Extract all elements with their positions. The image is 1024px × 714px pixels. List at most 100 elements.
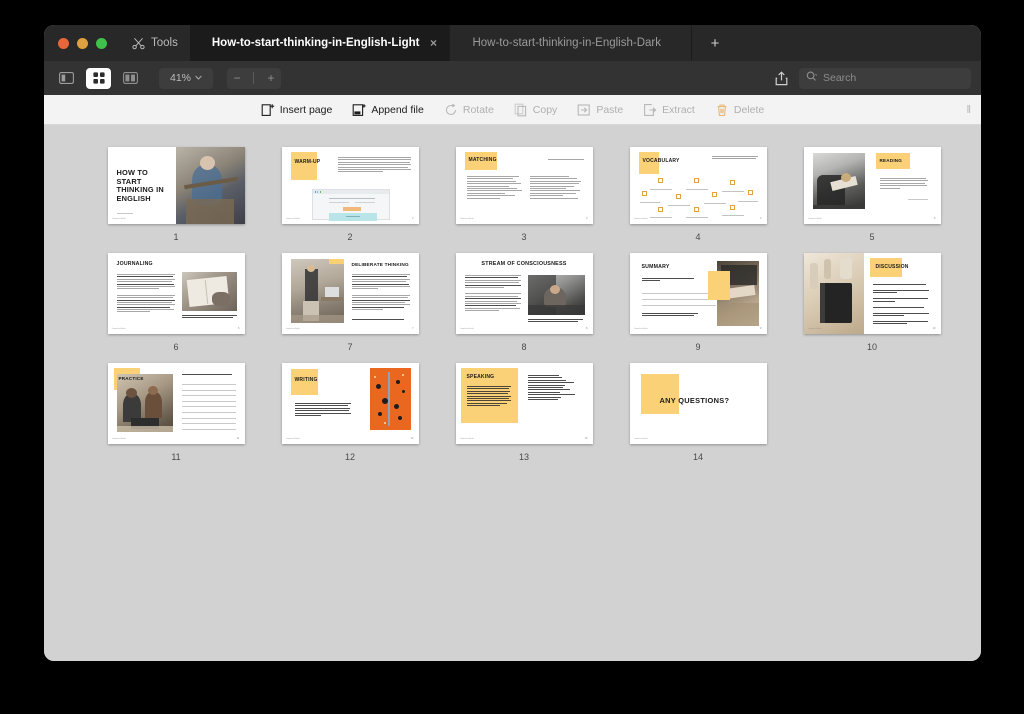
slide-title-8: STREAM OF CONSCIOUSNESS (481, 261, 567, 267)
slide-footer: how-to-think (460, 438, 474, 440)
page-preview-4[interactable]: VOCABULARY how-to-think 4 (629, 147, 767, 224)
sidebar-view-icon (59, 72, 74, 84)
slide-page-mark: 5 (934, 217, 936, 220)
zoom-out-button[interactable]: − (233, 71, 240, 85)
slide-footer: how-to-think (634, 438, 648, 440)
slide-footer: how-to-think (112, 328, 126, 330)
page-thumbnail-3[interactable]: MATCHING how-to-think 3 3 (437, 147, 611, 242)
desktop-background: Tools How-to-start-thinking-in-English-L… (0, 0, 1024, 714)
page-thumbnail-5[interactable]: READING how-to-think 5 5 (785, 147, 959, 242)
page-thumbnail-11[interactable]: PRACTICE how-to-think 11 11 (89, 363, 263, 462)
page-thumbnail-14[interactable]: ANY QUESTIONS? how-to-think 14 (611, 363, 785, 462)
page-preview-8[interactable]: STREAM OF CONSCIOUSNESS how-to-think 8 (455, 253, 593, 334)
slide-page-mark: 2 (412, 217, 414, 220)
page-preview-12[interactable]: WRITING how-to-think 12 (281, 363, 419, 444)
page-number-14: 14 (692, 452, 703, 462)
page-thumbnail-2[interactable]: WARM-UP how-to-think 2 2 (263, 147, 437, 242)
page-number-2: 2 (347, 232, 353, 242)
chevron-down-icon (195, 75, 202, 82)
page-preview-14[interactable]: ANY QUESTIONS? how-to-think (629, 363, 767, 444)
slide-footer: how-to-think (634, 328, 648, 330)
page-thumbnail-6[interactable]: JOURNALING how-to-think 6 6 (89, 253, 263, 352)
action-group: Insert page Append file Rotate Copy Past… (261, 103, 764, 117)
page-thumbnail-4[interactable]: VOCABULARY how-to-think 4 4 (611, 147, 785, 242)
tab-dark-document[interactable]: How-to-start-thinking-in-English-Dark (450, 25, 692, 61)
search-field[interactable]: Search (799, 67, 971, 89)
extract-button[interactable]: Extract (643, 103, 695, 117)
page-preview-3[interactable]: MATCHING how-to-think 3 (455, 147, 593, 224)
sidebar-view-button[interactable] (54, 68, 79, 89)
page-preview-10[interactable]: DISCUSSION how-to-think 10 (803, 253, 941, 334)
page-number-11: 11 (171, 452, 181, 462)
toolbar-grip-handle[interactable]: ‖ (966, 104, 970, 116)
zoom-level-dropdown[interactable]: 41% (159, 67, 213, 89)
slide-body (879, 178, 928, 190)
page-thumbnail-7[interactable]: DELIBERATE THINKING how-to-think 7 7 (263, 253, 437, 352)
delete-button[interactable]: Delete (715, 103, 764, 117)
insert-page-button[interactable]: Insert page (261, 103, 332, 117)
thumbnail-canvas: HOW TO START THINKING IN ENGLISH how-to-… (44, 125, 981, 661)
close-window-button[interactable] (58, 37, 69, 49)
split-view-button[interactable] (118, 68, 143, 89)
slide-caption (351, 319, 404, 321)
page-thumbnail-13[interactable]: SPEAKING how-to-think 13 13 (437, 363, 611, 462)
slide-page-mark: 12 (410, 437, 414, 440)
stepper-divider (253, 72, 255, 84)
page-preview-13[interactable]: SPEAKING how-to-think 13 (455, 363, 593, 444)
slide-title-1: HOW TO START THINKING IN ENGLISH (116, 168, 164, 204)
accent-block (328, 259, 344, 264)
slide-title-13: SPEAKING (466, 374, 495, 380)
paste-button[interactable]: Paste (577, 103, 623, 117)
scissors-icon (132, 37, 145, 50)
tab-light-document[interactable]: How-to-start-thinking-in-English-Light × (189, 25, 451, 61)
grid-view-icon (92, 72, 105, 84)
tools-button[interactable]: Tools (120, 25, 190, 61)
slide-title-4: VOCABULARY (642, 158, 680, 164)
page-number-3: 3 (521, 232, 527, 242)
slide-footer: how-to-think (460, 328, 474, 330)
page-thumbnail-8[interactable]: STREAM OF CONSCIOUSNESS how-to-think 8 8 (437, 253, 611, 352)
new-tab-button[interactable]: + (692, 25, 738, 61)
page-number-6: 6 (173, 342, 179, 352)
minimize-window-button[interactable] (77, 37, 88, 49)
page-preview-11[interactable]: PRACTICE how-to-think 11 (107, 363, 245, 444)
page-preview-2[interactable]: WARM-UP how-to-think 2 (281, 147, 419, 224)
page-action-bar: Insert page Append file Rotate Copy Past… (44, 95, 981, 125)
page-number-9: 9 (695, 342, 701, 352)
page-number-10: 10 (866, 342, 877, 352)
slide-body (337, 157, 411, 174)
page-thumbnail-9[interactable]: SUMMARY how-to-think 9 9 (611, 253, 785, 352)
slide-body (294, 403, 351, 417)
app-window: Tools How-to-start-thinking-in-English-L… (44, 25, 981, 661)
accent-block (640, 374, 679, 414)
trash-icon (715, 103, 729, 117)
page-preview-1[interactable]: HOW TO START THINKING IN ENGLISH how-to-… (107, 147, 245, 224)
close-icon[interactable]: × (427, 37, 439, 49)
page-preview-6[interactable]: JOURNALING how-to-think 6 (107, 253, 245, 334)
slide-footer: how-to-think (286, 328, 300, 330)
zoom-in-button[interactable]: + (267, 71, 274, 85)
page-number-4: 4 (695, 232, 701, 242)
slide-footer: how-to-think (286, 218, 300, 220)
tools-label: Tools (151, 37, 178, 49)
slide-title-12: WRITING (294, 377, 318, 383)
page-thumbnail-10[interactable]: DISCUSSION how-to-think 10 10 (785, 253, 959, 352)
grid-view-button[interactable] (86, 67, 111, 89)
maximize-window-button[interactable] (96, 37, 107, 49)
page-thumbnail-1[interactable]: HOW TO START THINKING IN ENGLISH how-to-… (89, 147, 263, 242)
page-thumbnail-12[interactable]: WRITING how-to-think 12 12 (263, 363, 437, 462)
append-file-button[interactable]: Append file (352, 103, 424, 117)
page-preview-9[interactable]: SUMMARY how-to-think 9 (629, 253, 767, 334)
page-preview-5[interactable]: READING how-to-think 5 (803, 147, 941, 224)
accent-block (290, 152, 317, 180)
copy-button[interactable]: Copy (514, 103, 557, 117)
slide-title-7: DELIBERATE THINKING (351, 262, 409, 267)
page-number-1: 1 (173, 232, 179, 242)
tab-dark-label: How-to-start-thinking-in-English-Dark (472, 37, 661, 49)
zoom-stepper[interactable]: − + (227, 67, 281, 89)
slide-photo (116, 374, 173, 432)
share-button[interactable] (769, 67, 793, 89)
rotate-button[interactable]: Rotate (444, 103, 494, 117)
page-number-7: 7 (347, 342, 353, 352)
page-preview-7[interactable]: DELIBERATE THINKING how-to-think 7 (281, 253, 419, 334)
